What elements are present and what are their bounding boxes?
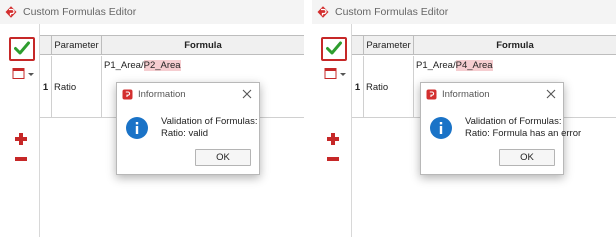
dialog-title-bar: Information xyxy=(117,83,259,105)
editor-window-right: Custom Formulas Editor Parameter Formula… xyxy=(312,0,616,237)
validate-button[interactable] xyxy=(9,37,35,61)
app-logo-icon xyxy=(122,89,133,100)
dialog-title-bar: Information xyxy=(421,83,563,105)
formula-highlight: P4_Area xyxy=(455,60,493,71)
add-row-button[interactable] xyxy=(326,132,340,146)
editor-window-left: Custom Formulas Editor Parameter Formula… xyxy=(0,0,304,237)
dialog-title: Information xyxy=(442,88,490,100)
column-header-formula[interactable]: Formula xyxy=(414,36,616,55)
checkmark-icon xyxy=(326,41,342,57)
parameter-cell[interactable]: Ratio xyxy=(52,56,102,118)
dialog-message-line2: Ratio: valid xyxy=(161,128,208,139)
dialog-message-line1: Validation of Formulas: xyxy=(161,116,258,127)
row-number-header xyxy=(40,36,52,55)
info-icon xyxy=(125,116,149,140)
window-title: Custom Formulas Editor xyxy=(335,6,449,18)
form-dropdown-button[interactable] xyxy=(324,68,348,82)
app-logo-icon xyxy=(316,5,330,19)
dialog-message: Validation of Formulas: Ratio: Formula h… xyxy=(465,116,582,140)
formula-text: P1_Area/ xyxy=(416,60,456,71)
grid-header: Parameter Formula xyxy=(352,36,616,55)
side-toolbar xyxy=(0,24,40,237)
row-number-header xyxy=(352,36,364,55)
checkmark-icon xyxy=(14,41,30,57)
close-icon[interactable] xyxy=(545,88,557,100)
info-icon xyxy=(429,116,453,140)
ok-button[interactable]: OK xyxy=(195,149,251,166)
plus-icon xyxy=(326,133,340,148)
column-header-formula[interactable]: Formula xyxy=(102,36,304,55)
title-bar: Custom Formulas Editor xyxy=(312,0,616,24)
parameter-cell[interactable]: Ratio xyxy=(364,56,414,118)
remove-row-button[interactable] xyxy=(326,152,340,166)
validate-button[interactable] xyxy=(321,37,347,61)
minus-icon xyxy=(14,157,28,168)
dialog-message-line2: Ratio: Formula has an error xyxy=(465,128,582,139)
column-header-parameter[interactable]: Parameter xyxy=(52,36,102,55)
row-number: 1 xyxy=(40,56,52,118)
formula-highlight: P2_Area xyxy=(143,60,181,71)
app-logo-icon xyxy=(4,5,18,19)
remove-row-button[interactable] xyxy=(14,152,28,166)
form-dropdown-icon xyxy=(324,67,348,83)
close-icon[interactable] xyxy=(241,88,253,100)
dialog-message-line1: Validation of Formulas: xyxy=(465,116,562,127)
grid-header: Parameter Formula xyxy=(40,36,304,55)
dialog-title: Information xyxy=(138,88,186,100)
window-title: Custom Formulas Editor xyxy=(23,6,137,18)
formula-text: P1_Area/ xyxy=(104,60,144,71)
column-header-parameter[interactable]: Parameter xyxy=(364,36,414,55)
minus-icon xyxy=(326,157,340,168)
add-row-button[interactable] xyxy=(14,132,28,146)
ok-button[interactable]: OK xyxy=(499,149,555,166)
dialog-message: Validation of Formulas: Ratio: valid xyxy=(161,116,257,140)
row-number: 1 xyxy=(352,56,364,118)
information-dialog: Information Validation of Formulas: Rati… xyxy=(116,82,260,175)
form-dropdown-icon xyxy=(12,67,36,83)
side-toolbar xyxy=(312,24,352,237)
title-bar: Custom Formulas Editor xyxy=(0,0,304,24)
form-dropdown-button[interactable] xyxy=(12,68,36,82)
app-logo-icon xyxy=(426,89,437,100)
information-dialog: Information Validation of Formulas: Rati… xyxy=(420,82,582,175)
plus-icon xyxy=(14,133,28,148)
